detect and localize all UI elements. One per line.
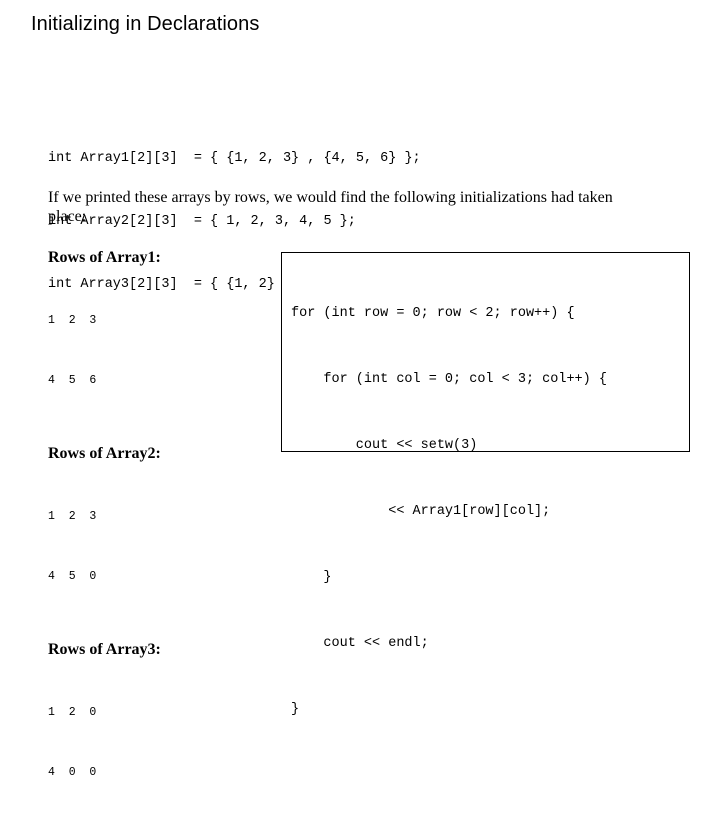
rows-group-array1: Rows of Array1: 1 2 3 4 5 6 bbox=[48, 248, 263, 431]
code-example-text: for (int row = 0; row < 2; row++) { for … bbox=[291, 259, 607, 765]
rows-group-array2: Rows of Array2: 1 2 3 4 5 0 bbox=[48, 444, 263, 627]
explanation-paragraph: If we printed these arrays by rows, we w… bbox=[48, 189, 613, 225]
slide-canvas: Initializing in Declarations int Array1[… bbox=[0, 0, 720, 779]
rows-value-line: 4 5 0 bbox=[48, 570, 97, 583]
rows-value-line: 4 5 6 bbox=[48, 374, 97, 387]
declaration-line: int Array1[2][3] = { {1, 2, 3} , {4, 5, … bbox=[48, 151, 421, 166]
rows-output-column: Rows of Array1: 1 2 3 4 5 6 Rows of Arra… bbox=[48, 248, 263, 836]
code-line: } bbox=[291, 570, 332, 585]
rows-value-line: 4 0 0 bbox=[48, 766, 97, 779]
code-line: for (int col = 0; col < 3; col++) { bbox=[291, 372, 607, 387]
code-line: for (int row = 0; row < 2; row++) { bbox=[291, 306, 575, 321]
code-line: } bbox=[291, 702, 300, 717]
rows-heading: Rows of Array3: bbox=[48, 641, 161, 658]
rows-heading: Rows of Array2: bbox=[48, 445, 161, 462]
rows-value-line: 1 2 0 bbox=[48, 706, 97, 719]
rows-value-line: 1 2 3 bbox=[48, 314, 97, 327]
code-line: << Array1[row][col]; bbox=[291, 504, 551, 519]
code-example-box: for (int row = 0; row < 2; row++) { for … bbox=[281, 252, 690, 717]
rows-values: 1 2 3 4 5 6 bbox=[48, 271, 263, 431]
rows-heading: Rows of Array1: bbox=[48, 249, 161, 266]
rows-group-array3: Rows of Array3: 1 2 0 4 0 0 bbox=[48, 640, 263, 823]
page-title: Initializing in Declarations bbox=[31, 13, 260, 35]
rows-value-line: 1 2 3 bbox=[48, 510, 97, 523]
rows-values: 1 2 3 4 5 0 bbox=[48, 467, 263, 627]
code-line: cout << setw(3) bbox=[291, 438, 478, 453]
rows-values: 1 2 0 4 0 0 bbox=[48, 663, 263, 823]
code-line: cout << endl; bbox=[291, 636, 429, 651]
